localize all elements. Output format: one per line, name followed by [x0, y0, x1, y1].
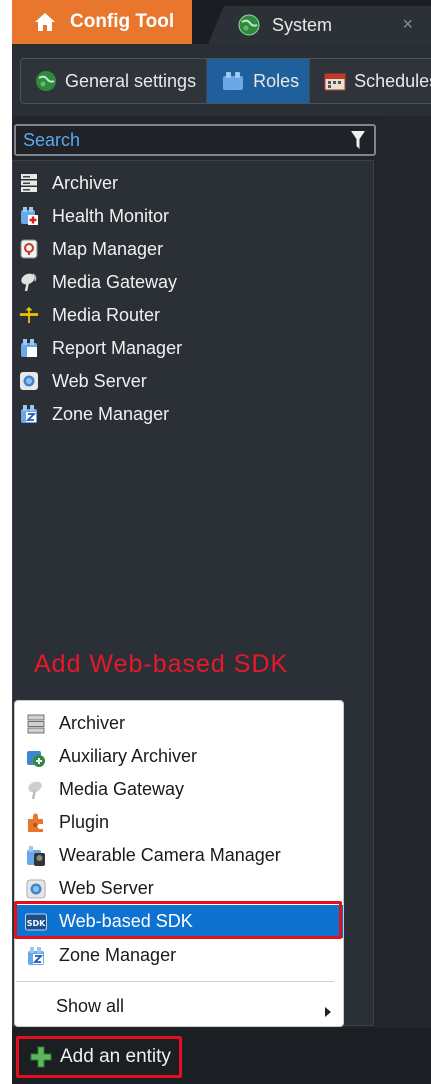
task-tab-group: General settings Roles Schedules: [20, 58, 431, 104]
list-item-label: Web Server: [52, 370, 147, 391]
roles-icon: [221, 70, 245, 92]
zone-manager-icon: [25, 945, 47, 967]
task-toolbar: General settings Roles Schedules: [12, 44, 431, 116]
list-item-label: Archiver: [52, 172, 119, 193]
web-server-icon: [19, 371, 39, 391]
menu-item-plugin[interactable]: Plugin: [15, 806, 343, 839]
menu-item-label: Archiver: [59, 713, 126, 733]
menu-item-auxiliary-archiver[interactable]: Auxiliary Archiver: [15, 740, 343, 773]
list-item[interactable]: Health Monitor: [19, 201, 169, 231]
media-router-icon: [19, 305, 39, 325]
list-item-label: Zone Manager: [52, 403, 170, 424]
globe-icon: [238, 14, 260, 36]
menu-item-wearable-camera-manager[interactable]: Wearable Camera Manager: [15, 839, 343, 872]
globe-icon: [35, 70, 57, 92]
add-entity-highlight-box: [16, 1036, 182, 1078]
list-item-label: Media Router: [52, 304, 161, 325]
tab-config-tool[interactable]: Config Tool: [12, 0, 192, 44]
list-item[interactable]: Map Manager: [19, 234, 163, 264]
tab-config-tool-label: Config Tool: [70, 11, 175, 32]
health-monitor-icon: [19, 206, 39, 226]
menu-item-label: Zone Manager: [59, 945, 177, 965]
map-manager-icon: [19, 239, 39, 259]
menu-item-label: Auxiliary Archiver: [59, 746, 198, 766]
list-item[interactable]: Zone Manager: [19, 399, 169, 429]
menu-item-label: Web Server: [59, 878, 154, 898]
annotation-text: Add Web-based SDK: [34, 650, 289, 678]
add-entity-menu: Archiver Auxiliary Archiver Media Gatewa…: [14, 700, 344, 1027]
list-item-label: Health Monitor: [52, 205, 170, 226]
list-item[interactable]: Archiver: [19, 168, 118, 198]
menu-item-zone-manager[interactable]: Zone Manager: [15, 939, 343, 972]
menu-item-label: Plugin: [59, 812, 110, 832]
wearable-camera-icon: [25, 845, 47, 867]
tab-roles-label: Roles: [253, 70, 300, 91]
tab-roles[interactable]: Roles: [207, 59, 311, 103]
tab-system[interactable]: System ×: [208, 6, 431, 44]
home-icon: [34, 12, 60, 32]
selection-highlight-box: [14, 901, 342, 939]
archiver-icon: [25, 713, 47, 735]
list-item[interactable]: Media Gateway: [19, 267, 177, 297]
menu-item-archiver[interactable]: Archiver: [15, 707, 343, 740]
list-item[interactable]: Report Manager: [19, 333, 182, 363]
list-item[interactable]: Media Router: [19, 300, 160, 330]
list-item-label: Report Manager: [52, 337, 183, 358]
search-box: [14, 124, 376, 156]
zone-manager-icon: [19, 404, 39, 424]
media-gateway-icon: [25, 779, 47, 801]
tab-schedules[interactable]: Schedules: [310, 59, 431, 103]
archiver-icon: [19, 173, 39, 193]
web-server-icon: [25, 878, 47, 900]
menu-item-label: Show all: [56, 996, 125, 1016]
menu-item-media-gateway[interactable]: Media Gateway: [15, 773, 343, 806]
menu-divider: [16, 981, 334, 982]
tab-general-settings[interactable]: General settings: [21, 59, 208, 103]
media-gateway-icon: [19, 272, 39, 292]
tab-general-settings-label: General settings: [65, 70, 197, 91]
list-item[interactable]: Web Server: [19, 366, 147, 396]
menu-item-label: Wearable Camera Manager: [59, 845, 281, 865]
menu-item-show-all[interactable]: Show all: [12, 990, 340, 1023]
chevron-right-icon: [324, 1001, 332, 1022]
list-item-label: Map Manager: [52, 238, 164, 259]
tab-schedules-label: Schedules: [354, 70, 431, 91]
search-input[interactable]: [16, 128, 350, 152]
filter-icon[interactable]: [350, 130, 366, 150]
menu-item-label: Media Gateway: [59, 779, 185, 799]
tab-bar: Config Tool System ×: [12, 0, 431, 44]
config-tool-window: Config Tool System × General settings Ro: [12, 0, 431, 1084]
calendar-icon: [324, 71, 346, 91]
list-item-label: Media Gateway: [52, 271, 178, 292]
bottom-toolbar: Add an entity: [12, 1028, 431, 1084]
auxiliary-archiver-icon: [25, 746, 47, 768]
close-icon[interactable]: ×: [402, 14, 413, 35]
plugin-icon: [25, 812, 47, 834]
tab-system-label: System: [272, 14, 333, 35]
report-manager-icon: [19, 338, 39, 358]
